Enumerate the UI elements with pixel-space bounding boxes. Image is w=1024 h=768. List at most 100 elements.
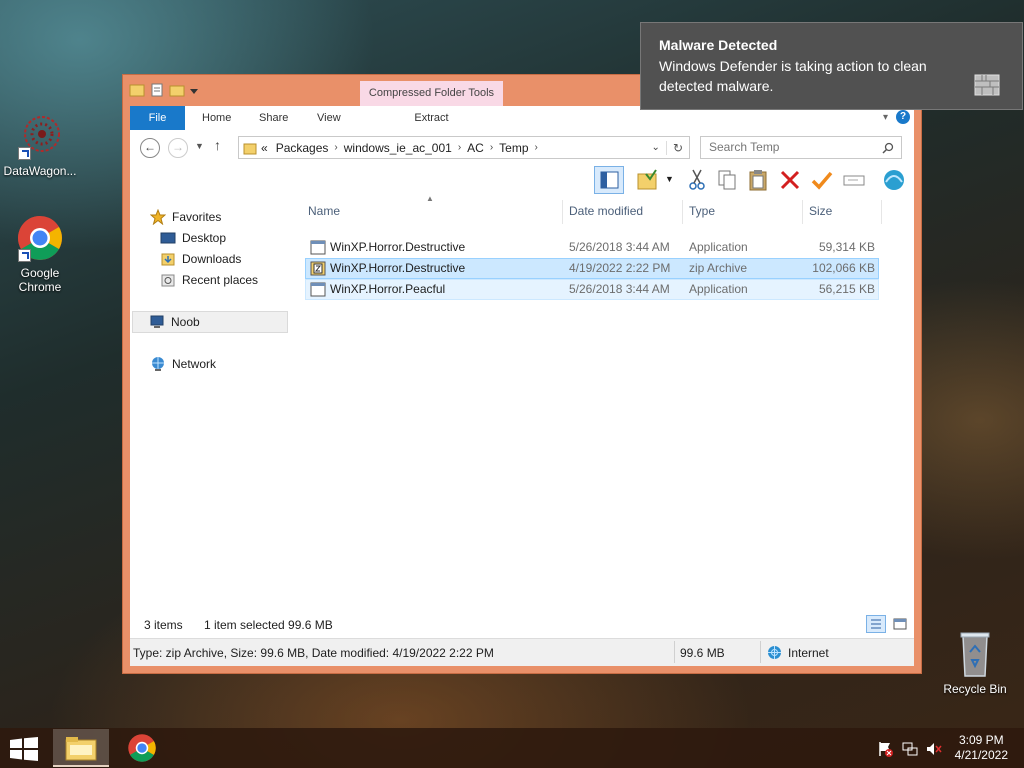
breadcrumb-separator-icon[interactable]: › (332, 142, 339, 153)
zip-archive-icon (310, 261, 326, 276)
new-folder-icon[interactable] (169, 82, 185, 98)
column-header-date-modified[interactable]: Date modified (569, 204, 643, 218)
application-icon (310, 282, 326, 297)
volume-muted-icon[interactable] (926, 741, 942, 760)
downloads-icon (160, 251, 176, 267)
clock-time: 3:09 PM (958, 733, 1004, 747)
rename-check-icon[interactable] (810, 168, 834, 192)
file-type: Application (689, 240, 748, 254)
tab-view[interactable]: View (305, 106, 353, 130)
application-icon (310, 240, 326, 255)
navigation-pane: Favorites Desktop Downloads Recent place… (130, 196, 295, 612)
expand-ribbon-icon[interactable]: ▾ (883, 112, 888, 123)
tab-share[interactable]: Share (247, 106, 300, 130)
malware-notification[interactable]: Malware Detected Windows Defender is tak… (640, 22, 1023, 110)
details-divider (674, 641, 675, 663)
computer-icon (149, 314, 165, 330)
desktop-icon-google-chrome[interactable]: Google Chrome (0, 214, 80, 294)
status-bar: 3 items 1 item selected 99.6 MB (130, 612, 914, 638)
details-size: 99.6 MB (680, 646, 725, 660)
recycle-bin-icon (951, 630, 999, 678)
nav-computer[interactable]: Noob (132, 311, 288, 333)
breadcrumb-separator-icon[interactable]: › (533, 142, 540, 153)
nav-recent-places[interactable]: Recent places (160, 269, 316, 291)
explorer-content: ← → ▼ ↑ « Packages › windows_ie_ac_001 ›… (130, 130, 914, 666)
nav-favorites-label: Favorites (172, 210, 222, 224)
column-header-size[interactable]: Size (809, 204, 832, 218)
selection-info: 1 item selected 99.6 MB (204, 618, 333, 632)
column-divider (881, 200, 882, 224)
rename-field-icon[interactable] (842, 168, 866, 192)
file-row[interactable]: WinXP.Horror.Destructive 4/19/2022 2:22 … (305, 258, 879, 279)
tab-file[interactable]: File (130, 106, 185, 130)
customize-qat-icon[interactable] (189, 82, 199, 98)
back-button[interactable]: ← (140, 138, 160, 158)
explorer-window[interactable]: Compressed Folder Tools File Home Share … (122, 74, 922, 674)
help-icon[interactable]: ? (896, 110, 910, 124)
address-bar[interactable]: « Packages › windows_ie_ac_001 › AC › Te… (238, 136, 690, 159)
system-tray: 3:09 PM 4/21/2022 (864, 728, 1024, 768)
tab-home[interactable]: Home (190, 106, 243, 130)
network-tray-icon[interactable] (902, 741, 918, 760)
paste-icon[interactable] (746, 168, 770, 192)
network-icon (150, 356, 166, 372)
clock[interactable]: 3:09 PM 4/21/2022 (955, 733, 1008, 763)
cut-icon[interactable] (685, 168, 709, 192)
large-icons-view-icon[interactable] (890, 615, 910, 633)
address-dropdown-icon[interactable]: ⌄ (646, 142, 666, 153)
folder-options-dropdown-icon[interactable]: ▼ (665, 174, 674, 184)
properties-icon[interactable] (149, 82, 165, 98)
notification-body: Windows Defender is taking action to cle… (659, 58, 927, 94)
breadcrumb-separator-icon[interactable]: › (488, 142, 495, 153)
copy-icon[interactable] (715, 168, 739, 192)
chrome-icon (16, 214, 64, 262)
column-header-name[interactable]: Name (308, 204, 340, 218)
breadcrumb-ac[interactable]: AC (463, 141, 488, 155)
taskbar-chrome[interactable] (115, 729, 171, 767)
breadcrumb-windows-ie-ac-001[interactable]: windows_ie_ac_001 (340, 141, 456, 155)
details-view-icon[interactable] (866, 615, 886, 633)
search-input[interactable]: Search Temp (700, 136, 902, 159)
nav-desktop[interactable]: Desktop (160, 227, 316, 249)
nav-favorites[interactable]: Favorites (149, 206, 306, 228)
datawagon-icon (16, 112, 64, 160)
taskbar-file-explorer[interactable] (53, 729, 109, 767)
sort-indicator-icon: ▲ (426, 194, 434, 203)
breadcrumb-packages[interactable]: Packages (272, 141, 333, 155)
nav-desktop-label: Desktop (182, 231, 227, 245)
shell-icon[interactable] (882, 168, 906, 192)
file-name: WinXP.Horror.Peacful (330, 282, 446, 296)
nav-downloads[interactable]: Downloads (160, 248, 316, 270)
file-name: WinXP.Horror.Destructive (330, 240, 466, 254)
column-header-type[interactable]: Type (689, 204, 715, 218)
refresh-icon[interactable]: ↻ (665, 140, 689, 155)
action-center-flag-icon[interactable] (877, 741, 893, 760)
file-row[interactable]: WinXP.Horror.Peacful 5/26/2018 3:44 AM A… (305, 279, 879, 300)
breadcrumb-separator-icon[interactable]: › (456, 142, 463, 153)
windows-start-icon[interactable] (10, 737, 38, 761)
tab-extract[interactable]: Extract (360, 106, 503, 130)
details-divider (760, 641, 761, 663)
breadcrumb-temp[interactable]: Temp (495, 141, 532, 155)
recent-locations-icon[interactable]: ▼ (195, 141, 204, 151)
nav-network[interactable]: Network (150, 353, 306, 375)
desktop-icon-recycle-bin[interactable]: Recycle Bin (935, 630, 1015, 696)
desktop-icon-datawagon[interactable]: DataWagon... (0, 112, 80, 178)
globe-icon (767, 645, 782, 663)
forward-button[interactable]: → (168, 138, 188, 158)
file-type: zip Archive (689, 261, 748, 275)
shortcut-arrow-icon (18, 147, 31, 160)
address-prefix[interactable]: « (257, 141, 272, 155)
preview-pane-icon[interactable] (594, 166, 624, 194)
item-count: 3 items (144, 618, 183, 632)
delete-icon[interactable] (778, 168, 802, 192)
up-button[interactable]: ↑ (214, 137, 221, 153)
file-size: 59,314 KB (818, 240, 875, 254)
desktop-icon-label: Recycle Bin (943, 682, 1007, 696)
file-row[interactable]: WinXP.Horror.Destructive 5/26/2018 3:44 … (305, 237, 879, 258)
column-divider (562, 200, 563, 224)
chrome-icon (127, 733, 157, 766)
folder-icon (129, 82, 145, 98)
folder-options-icon[interactable] (636, 168, 660, 192)
file-date: 5/26/2018 3:44 AM (569, 282, 670, 296)
